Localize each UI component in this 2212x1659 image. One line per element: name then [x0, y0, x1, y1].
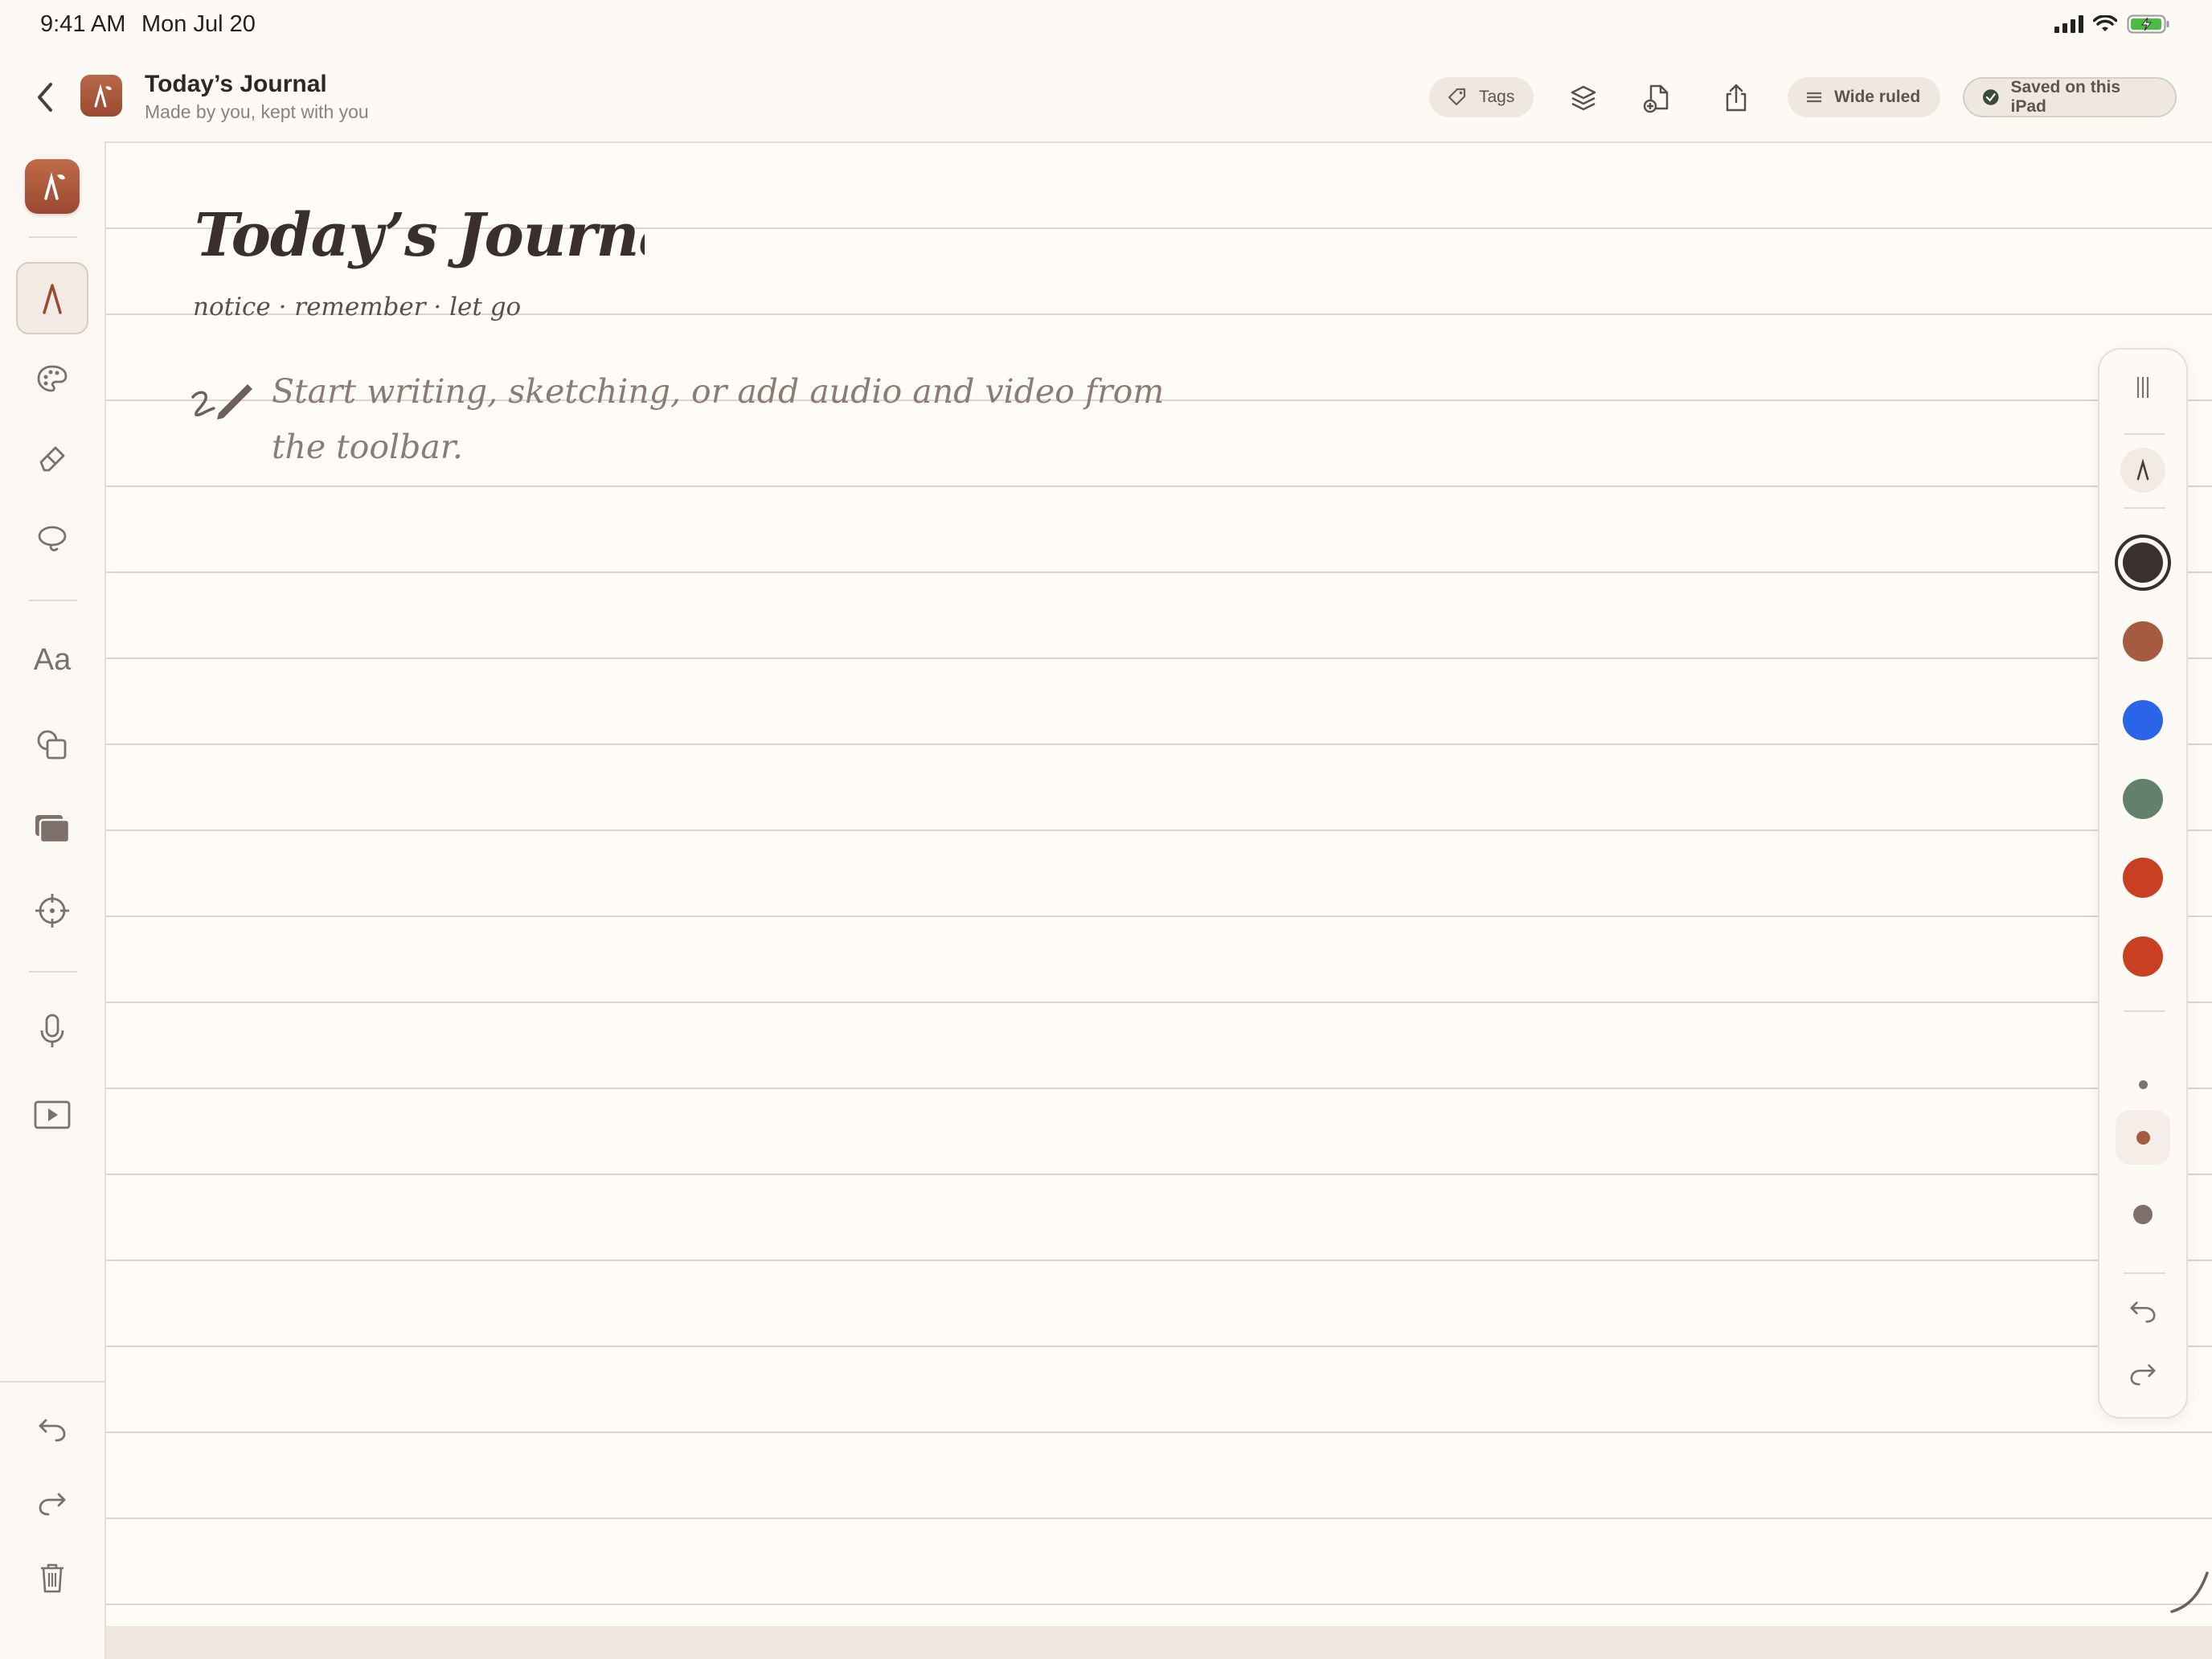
- empty-page-prompt: Start writing, sketching, or add audio a…: [272, 372, 1165, 466]
- battery-icon: [2127, 14, 2169, 34]
- layers-icon: [1571, 85, 1596, 111]
- pen-tool-button[interactable]: [16, 262, 88, 334]
- checkmark-circle-icon: [1982, 89, 1999, 105]
- palette-redo-button[interactable]: [2128, 1361, 2158, 1388]
- color-swatch-sage-green[interactable]: [2123, 779, 2163, 819]
- cellular-signal-icon: [2054, 15, 2083, 33]
- page-title: Today’s Journal: [195, 201, 645, 270]
- sidebar-app-icon[interactable]: [25, 159, 80, 214]
- tag-icon: [1448, 88, 1466, 106]
- color-swatch-red-orange[interactable]: [2123, 858, 2163, 898]
- shapes-tool-button[interactable]: [16, 709, 88, 781]
- palette-drag-handle[interactable]: [2135, 375, 2151, 399]
- undo-icon: [2130, 1301, 2156, 1323]
- text-tool-button[interactable]: Aa: [16, 624, 88, 696]
- document-subtitle: Made by you, kept with you: [145, 101, 369, 122]
- palette-divider: [2124, 1272, 2165, 1274]
- shapes-icon: [37, 730, 67, 760]
- stroke-size-small[interactable]: [2116, 1057, 2170, 1112]
- lines-icon: [1807, 92, 1821, 103]
- eraser-icon: [39, 446, 65, 472]
- status-date: Mon Jul 20: [141, 11, 256, 37]
- palette-undo-button[interactable]: [2128, 1298, 2158, 1325]
- journal-app-icon: [80, 75, 122, 117]
- pen-options-palette: [2098, 348, 2188, 1419]
- undo-icon: [39, 1419, 66, 1442]
- palette-divider: [2124, 1010, 2165, 1012]
- share-icon: [1726, 84, 1747, 112]
- tags-button[interactable]: Tags: [1429, 77, 1534, 117]
- scribble-pencil-icon: [191, 384, 252, 420]
- journal-page-canvas[interactable]: Today’s Journal notice · remember · let …: [106, 143, 2212, 1626]
- media-tool-button[interactable]: [16, 793, 88, 865]
- layers-button[interactable]: [1563, 77, 1604, 119]
- document-title: Today’s Journal: [145, 71, 327, 97]
- paper-style-label: Wide ruled: [1834, 88, 1921, 106]
- lasso-tool-button[interactable]: [16, 503, 88, 576]
- record-audio-button[interactable]: [16, 995, 88, 1067]
- sidebar-divider: [0, 1381, 104, 1382]
- palette-pen-tool[interactable]: [2120, 448, 2165, 493]
- add-page-icon: [1643, 84, 1669, 113]
- color-swatch-blue[interactable]: [2123, 700, 2163, 740]
- sidebar-undo-button[interactable]: [16, 1394, 88, 1466]
- status-bar: 9:41 AM Mon Jul 20: [0, 0, 2212, 56]
- drag-handle-icon: [2136, 377, 2149, 398]
- crosshair-icon: [35, 894, 69, 928]
- palette-icon: [37, 365, 68, 392]
- pen-icon: [2136, 459, 2149, 481]
- photo-stack-icon: [35, 815, 71, 844]
- sidebar-redo-button[interactable]: [16, 1468, 88, 1540]
- size-dot-small: [2138, 1079, 2148, 1089]
- status-indicators: [2054, 14, 2170, 34]
- video-play-icon: [34, 1100, 71, 1129]
- app-header: Today’s Journal Made by you, kept with y…: [0, 56, 2212, 143]
- stroke-size-large[interactable]: [2116, 1187, 2170, 1242]
- pen-icon: [43, 284, 62, 314]
- selected-size-highlight: [2116, 1110, 2170, 1165]
- target-tool-button[interactable]: [16, 875, 88, 947]
- chevron-left-icon: [38, 83, 52, 112]
- sidebar-divider: [29, 971, 77, 973]
- pen-nib-logo-icon: [94, 84, 112, 108]
- add-page-button[interactable]: [1636, 77, 1678, 119]
- save-status-badge: Saved on this iPad: [1963, 77, 2177, 117]
- redo-icon: [2130, 1364, 2156, 1386]
- tags-label: Tags: [1479, 88, 1515, 106]
- palette-divider: [2124, 507, 2165, 509]
- save-status-label: Saved on this iPad: [2010, 78, 2121, 116]
- stroke-size-medium[interactable]: [2116, 1110, 2170, 1165]
- sidebar-divider: [29, 236, 77, 238]
- page-tagline: notice · remember · let go: [193, 293, 522, 322]
- eraser-tool-button[interactable]: [16, 421, 88, 494]
- color-swatch-dark-brown[interactable]: [2123, 543, 2163, 583]
- size-dot-large: [2133, 1205, 2153, 1224]
- page-bottom-edge: [106, 1626, 2212, 1659]
- lasso-icon: [38, 526, 67, 551]
- size-dot-medium: [2136, 1130, 2150, 1145]
- paper-style-button[interactable]: Wide ruled: [1788, 77, 1940, 117]
- color-swatch-terracotta[interactable]: [2123, 621, 2163, 662]
- share-button[interactable]: [1715, 77, 1757, 119]
- microphone-icon: [40, 1014, 64, 1047]
- color-palette-tool-button[interactable]: [16, 342, 88, 415]
- redo-icon: [39, 1493, 66, 1516]
- add-video-button[interactable]: [16, 1079, 88, 1151]
- wifi-icon: [2093, 15, 2117, 31]
- status-time: 9:41 AM: [40, 11, 126, 37]
- trash-icon: [41, 1563, 63, 1593]
- tool-sidebar: Aa: [0, 141, 106, 1659]
- text-tool-label: Aa: [33, 642, 72, 677]
- back-button[interactable]: [29, 76, 61, 119]
- pen-nib-logo-icon: [44, 172, 65, 200]
- palette-divider: [2124, 433, 2165, 435]
- delete-button[interactable]: [16, 1542, 88, 1614]
- color-swatch-red-orange-2[interactable]: [2123, 936, 2163, 977]
- page-curl-icon[interactable]: [2164, 1567, 2212, 1615]
- sidebar-divider: [29, 600, 77, 601]
